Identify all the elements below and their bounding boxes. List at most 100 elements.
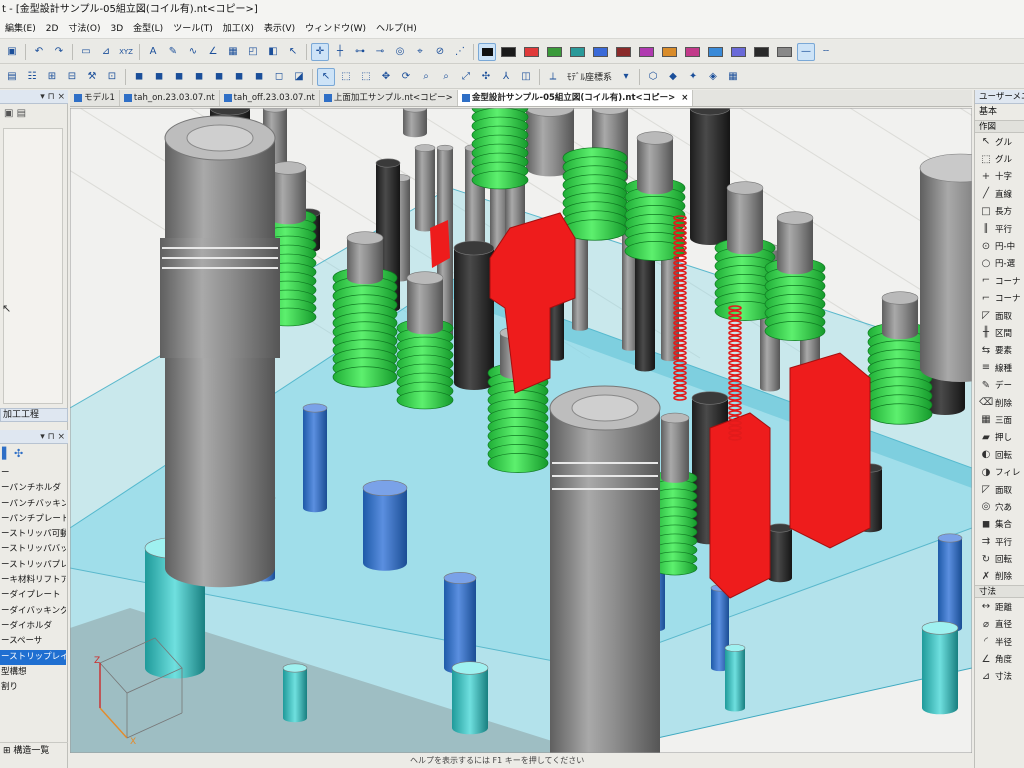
panel-pin-icon[interactable]: ▾ ⊓ × xyxy=(0,430,68,444)
snap-mid-icon[interactable]: ⊸ xyxy=(371,43,389,61)
coordinate-system-select[interactable]: ﾓﾃﾞﾙ座標系 xyxy=(563,70,616,83)
user-menu-item[interactable]: ✎ デー xyxy=(975,376,1024,393)
spline-icon[interactable]: ∿ xyxy=(184,43,202,61)
undo-icon[interactable]: ↶ xyxy=(30,43,48,61)
rect-select-icon[interactable]: ▭ xyxy=(77,43,95,61)
pan-icon[interactable]: ✥ xyxy=(377,68,395,86)
user-menu-item[interactable]: ↻ 回転 xyxy=(975,550,1024,567)
rotate-view-icon[interactable]: ⟳ xyxy=(397,68,415,86)
tree-item[interactable]: 割り xyxy=(0,680,66,695)
ruler-icon[interactable]: ⊡ xyxy=(103,68,121,86)
user-menu-item[interactable]: ◼ 集合 xyxy=(975,516,1024,533)
menu-mold[interactable]: 金型(L) xyxy=(128,20,168,38)
layer-list[interactable] xyxy=(3,128,63,404)
tab-document[interactable]: 上面加工サンプル.nt<コピー> xyxy=(320,90,458,106)
color-swatch[interactable] xyxy=(639,46,654,57)
user-menu-item[interactable]: ≡ 線種 xyxy=(975,359,1024,376)
cube-top-icon[interactable]: ◼ xyxy=(170,68,188,86)
cube-wire-icon[interactable]: ◻ xyxy=(270,68,288,86)
color-swatch[interactable] xyxy=(754,46,769,57)
lighting-icon[interactable]: ✦ xyxy=(684,68,702,86)
user-menu-item[interactable]: ⇉ 平行 xyxy=(975,533,1024,550)
mold-assembly-3d-model[interactable]: Z X xyxy=(70,108,972,753)
table-icon[interactable]: ▦ xyxy=(224,43,242,61)
user-menu-item[interactable]: + 十字 xyxy=(975,168,1024,185)
tree-item[interactable]: ーパンチホルダ xyxy=(0,481,66,496)
redo-icon[interactable]: ↷ xyxy=(50,43,68,61)
user-menu-item[interactable]: ∥ 平行 xyxy=(975,220,1024,237)
tree-item[interactable]: ーダイバッキング xyxy=(0,604,66,619)
user-menu-item[interactable]: ◑ フィレ xyxy=(975,463,1024,480)
select-icon[interactable]: ↖ xyxy=(317,67,335,86)
tree-item[interactable]: ーストリッパ可動量 xyxy=(0,527,66,542)
solid-cube-icon[interactable]: ◆ xyxy=(664,68,682,86)
tree-view-icon[interactable]: ⊞ xyxy=(43,68,61,86)
tree-item[interactable]: ーパンチバッキング xyxy=(0,497,66,512)
material-icon[interactable]: ◈ xyxy=(704,68,722,86)
tree-item[interactable]: ーキ材料リフトアップ量 xyxy=(0,573,66,588)
tab-document[interactable]: tah_on.23.03.07.nt xyxy=(120,90,220,106)
mold-base-icon[interactable]: ⊟ xyxy=(63,68,81,86)
color-swatch[interactable] xyxy=(570,46,585,57)
user-menu-item[interactable]: ✗ 削除 xyxy=(975,568,1024,585)
user-menu-item[interactable]: ∠ 角度 xyxy=(975,650,1024,667)
structure-tools-icon[interactable]: ▌ ✣ xyxy=(2,447,23,460)
menu-edit[interactable]: 編集(E) xyxy=(0,20,41,38)
xyz-icon[interactable]: XYZ xyxy=(117,43,135,61)
3d-viewport[interactable]: Z X xyxy=(70,108,972,753)
tree-item[interactable]: ーダイプレート xyxy=(0,588,66,603)
user-menu-item[interactable]: ▦ 三面 xyxy=(975,411,1024,428)
wrench-icon[interactable]: ⚒ xyxy=(83,68,101,86)
user-menu-item[interactable]: ↖ グル xyxy=(975,133,1024,150)
snap-grid-icon[interactable]: ⋰ xyxy=(451,43,469,61)
user-menu-item[interactable]: ╫ 区間 xyxy=(975,324,1024,341)
snap-end-icon[interactable]: ⊶ xyxy=(351,43,369,61)
section-view-icon[interactable]: ◫ xyxy=(517,68,535,86)
color-swatch[interactable] xyxy=(708,46,723,57)
snap-point-icon[interactable]: ✛ xyxy=(311,42,329,61)
color-swatch[interactable] xyxy=(547,46,562,57)
cube-left-icon[interactable]: ◼ xyxy=(210,68,228,86)
dropdown-arrow-icon[interactable]: ▾ xyxy=(617,68,635,86)
color-swatch[interactable] xyxy=(777,46,792,57)
select-edge-icon[interactable]: ⬚ xyxy=(357,68,375,86)
color-swatch[interactable] xyxy=(593,46,608,57)
cube-shade-icon[interactable]: ◪ xyxy=(290,68,308,86)
angle-icon[interactable]: ∠ xyxy=(204,43,222,61)
menu-dimension[interactable]: 寸法(O) xyxy=(63,20,105,38)
select-face-icon[interactable]: ⬚ xyxy=(337,68,355,86)
structure-list-tab[interactable]: ⊞ 構造一覧 xyxy=(0,742,68,758)
user-menu-item[interactable]: □ 長方 xyxy=(975,203,1024,220)
menu-3d[interactable]: 3D xyxy=(105,20,128,38)
user-menu-item[interactable]: ⇆ 要素 xyxy=(975,342,1024,359)
tree-item[interactable]: ーストリッパプレート xyxy=(0,558,66,573)
menu-help[interactable]: ヘルプ(H) xyxy=(371,20,422,38)
user-menu-item[interactable]: ◎ 穴あ xyxy=(975,498,1024,515)
create-section-header[interactable]: 作図 xyxy=(975,120,1024,133)
user-menu-item[interactable]: ◐ 回転 xyxy=(975,446,1024,463)
user-menu-item[interactable]: ◜ 半径 xyxy=(975,633,1024,650)
tab-document[interactable]: モデル1 xyxy=(70,90,120,106)
tab-document[interactable]: 金型設計サンプル-05組立図(コイル有).nt<コピー> × xyxy=(457,90,694,106)
linetype-solid-icon[interactable]: — xyxy=(797,42,815,61)
user-menu-item[interactable]: ⌐ コーナ xyxy=(975,272,1024,289)
snap-intersect-icon[interactable]: ┼ xyxy=(331,43,349,61)
user-menu-item[interactable]: ⌐ コーナ xyxy=(975,290,1024,307)
tab-close-icon[interactable]: × xyxy=(681,90,688,106)
user-menu-item[interactable]: ⊙ 円-中 xyxy=(975,237,1024,254)
axis-icon[interactable]: ⅄ xyxy=(497,68,515,86)
model-view-icon[interactable]: ▤ xyxy=(3,68,21,86)
move-icon[interactable]: ✣ xyxy=(477,68,495,86)
snap-center-icon[interactable]: ◎ xyxy=(391,43,409,61)
zoom-icon[interactable]: ⌕ xyxy=(417,68,435,86)
tree-item[interactable]: ースペーサ xyxy=(0,634,66,649)
tree-item[interactable]: ーストリップレイアウト xyxy=(0,649,66,665)
tab-document[interactable]: tah_off.23.03.07.nt xyxy=(220,90,320,106)
edit-icon[interactable]: ✎ xyxy=(164,43,182,61)
layer-list-icon[interactable]: ☷ xyxy=(23,68,41,86)
text-icon[interactable]: A xyxy=(144,43,162,61)
user-menu-item[interactable]: ◸ 面取 xyxy=(975,481,1024,498)
tree-item[interactable]: ーパンチプレート xyxy=(0,512,66,527)
user-menu-item[interactable]: ⬚ グル xyxy=(975,150,1024,167)
user-menu-item[interactable]: ○ 円-選 xyxy=(975,255,1024,272)
